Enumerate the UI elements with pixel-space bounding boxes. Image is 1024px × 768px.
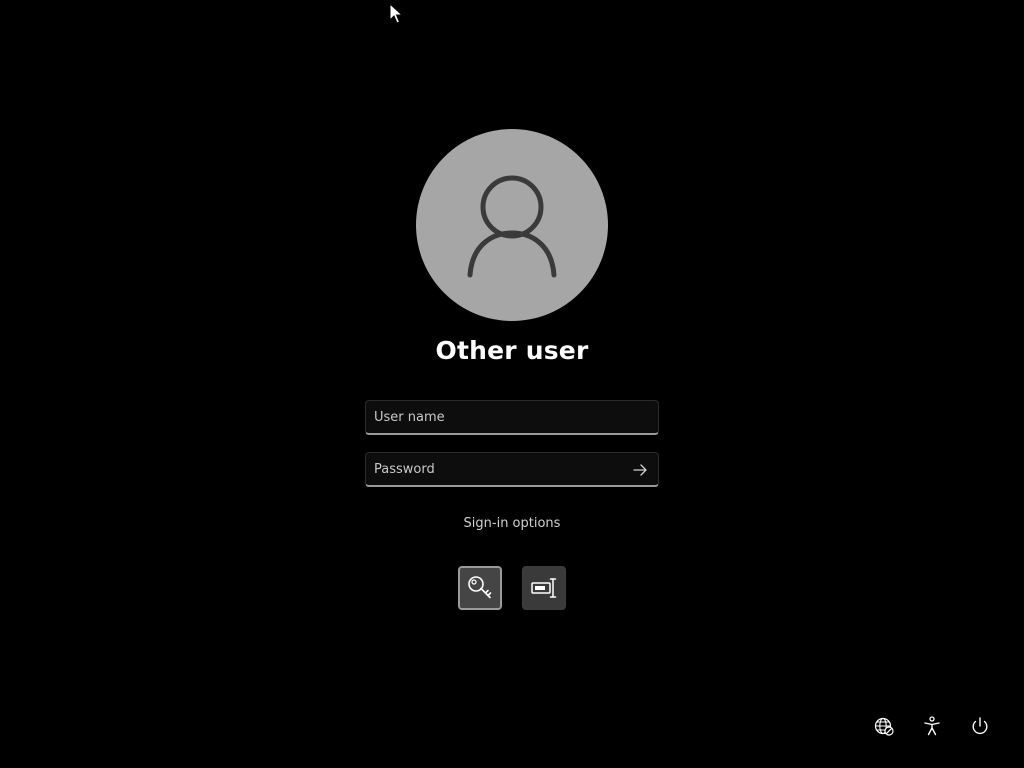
network-icon[interactable]	[872, 714, 896, 738]
smart-card-method-button[interactable]	[522, 566, 566, 610]
accessibility-icon[interactable]	[920, 714, 944, 738]
password-input[interactable]	[366, 453, 658, 485]
submit-arrow-icon[interactable]	[628, 458, 652, 482]
username-field-container	[365, 400, 659, 435]
sign-in-options-link[interactable]: Sign-in options	[412, 516, 612, 531]
smart-card-icon	[531, 578, 557, 598]
password-field-container	[365, 452, 659, 487]
key-icon	[468, 576, 492, 599]
mouse-cursor-icon	[389, 3, 403, 24]
power-icon[interactable]	[968, 714, 992, 738]
user-icon	[467, 175, 557, 278]
lock-screen: Other user Sign-in options	[0, 0, 1024, 768]
avatar	[416, 129, 608, 321]
user-display-name: Other user	[435, 336, 589, 365]
password-method-button[interactable]	[458, 566, 502, 610]
username-input[interactable]	[366, 401, 658, 433]
